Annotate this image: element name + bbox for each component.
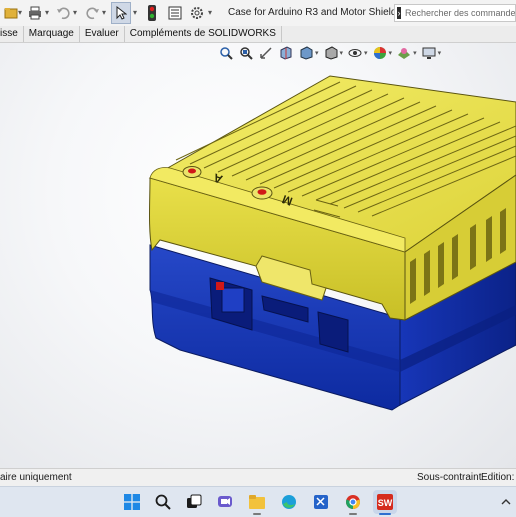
undo-dropdown-icon[interactable]: ▾ [73, 8, 77, 17]
tab-esquisse[interactable]: isse [0, 26, 24, 42]
search-icon[interactable] [153, 492, 173, 512]
windows-taskbar: SW [0, 486, 516, 517]
led-a [182, 166, 202, 178]
arduino-case-model[interactable]: A M [0, 43, 516, 468]
tab-evaluer[interactable]: Evaluer [80, 26, 125, 42]
solidworks-app-icon[interactable]: SW [373, 490, 397, 514]
chrome-browser-icon[interactable] [343, 492, 363, 512]
usb-connector [221, 287, 245, 313]
tab-marquage[interactable]: Marquage [24, 26, 80, 42]
options-gear-icon[interactable] [188, 4, 206, 22]
red-component [216, 282, 224, 290]
file-properties-icon[interactable] [166, 4, 184, 22]
options-dropdown-icon[interactable]: ▾ [208, 8, 212, 17]
tab-complements-solidworks[interactable]: Compléments de SOLIDWORKS [125, 26, 282, 42]
system-tray-chevron-icon[interactable] [496, 492, 516, 512]
print-dropdown-icon[interactable]: ▾ [45, 8, 49, 17]
snipping-tool-icon[interactable] [311, 492, 331, 512]
chrome-running-indicator [349, 513, 357, 515]
select-pointer-icon[interactable] [111, 2, 131, 24]
chat-icon[interactable] [215, 492, 235, 512]
task-view-icon[interactable] [184, 492, 204, 512]
print-icon[interactable] [26, 4, 44, 22]
search-prompt-icon: › [397, 7, 401, 19]
status-bar: aire uniquement Sous-contraint Edition: … [0, 468, 516, 487]
graphics-viewport[interactable]: ▾ ▾ ▾ ▾ ▾ ▾ A M [0, 43, 516, 468]
status-constraint-text: Sous-contraint [417, 472, 482, 483]
file-explorer-icon[interactable] [247, 492, 267, 512]
windows-start-icon[interactable] [122, 492, 142, 512]
file-explorer-running-indicator [253, 513, 261, 515]
redo-icon[interactable] [84, 4, 102, 22]
command-manager-tabs: isse Marquage Evaluer Compléments de SOL… [0, 26, 516, 43]
undo-icon[interactable] [54, 4, 72, 22]
led-m [251, 186, 273, 200]
title-toolbar: ▾ ▾ ▾ ▾ ▾ ▾ Case for Arduino R3 and Moto… [0, 0, 516, 27]
edge-browser-icon[interactable] [279, 492, 299, 512]
status-edition-text: Edition: A [481, 472, 516, 483]
solidworks-active-indicator [379, 513, 391, 515]
status-mode-text: aire uniquement [0, 472, 72, 483]
open-dropdown-icon[interactable]: ▾ [18, 8, 22, 17]
rebuild-traffic-light-icon[interactable] [143, 4, 161, 22]
select-dropdown-icon[interactable]: ▾ [133, 8, 137, 17]
redo-dropdown-icon[interactable]: ▾ [102, 8, 106, 17]
command-search-box[interactable]: › [394, 4, 516, 22]
search-input[interactable] [405, 8, 515, 18]
svg-text:SW: SW [378, 498, 393, 508]
document-title: Case for Arduino R3 and Motor Shield V2 [228, 7, 412, 18]
